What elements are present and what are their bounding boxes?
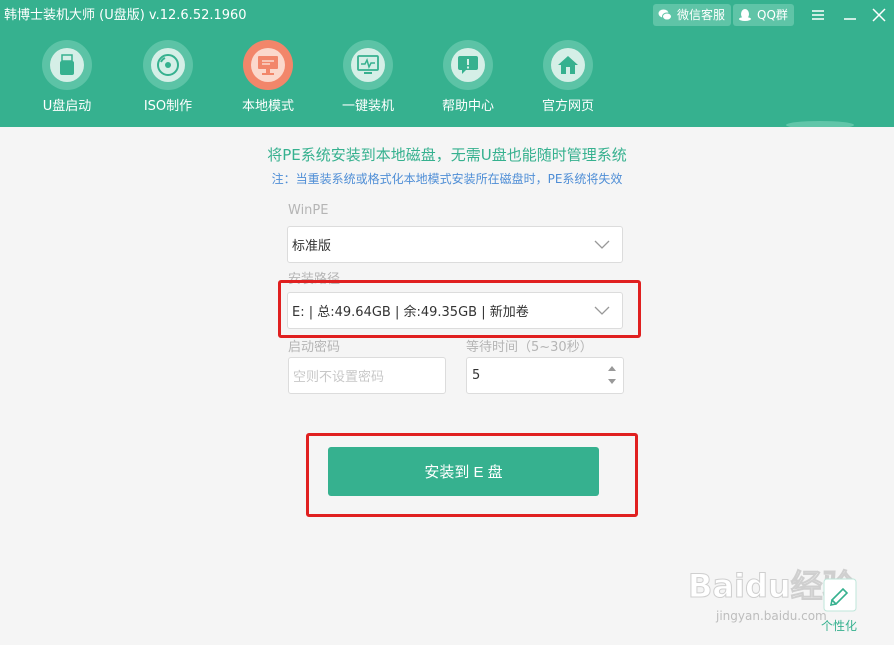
nav-help-center-label: 帮助中心	[441, 99, 494, 114]
qq-icon	[739, 9, 751, 21]
page-note: 注：当重装系统或格式化本地模式安装所在磁盘时，PE系统将失效	[271, 172, 623, 186]
chevron-down-icon	[594, 240, 610, 249]
nav-one-click-install-label: 一键装机	[341, 99, 394, 114]
path-highlight-frame	[278, 280, 641, 338]
nav-official-site-label: 官方网页	[541, 99, 594, 114]
app-header: 韩博士装机大师 (U盘版) v.12.6.52.1960 微信客服 QQ群 U盘…	[0, 0, 894, 127]
pulse-monitor-icon	[357, 55, 379, 74]
wait-time-label: 等待时间（5~30秒）	[466, 340, 593, 355]
nav-help-center[interactable]: 帮助中心	[428, 40, 508, 120]
boot-password-label: 启动密码	[288, 340, 341, 355]
nav-iso-make-label: ISO制作	[143, 99, 193, 114]
app-title: 韩博士装机大师 (U盘版) v.12.6.52.1960	[4, 8, 247, 23]
nav-usb-boot[interactable]: U盘启动	[27, 40, 107, 120]
header-glow-decoration	[786, 121, 854, 127]
home-icon	[558, 56, 578, 74]
boot-password-placeholder: 空则不设置密码	[293, 370, 385, 385]
personalize-label[interactable]: 个性化	[821, 617, 857, 634]
watermark-url: jingyan.baidu.com	[715, 609, 827, 623]
nav-one-click-install[interactable]: 一键装机	[328, 40, 408, 120]
monitor-icon	[258, 56, 278, 75]
qq-group-button[interactable]: QQ群	[733, 4, 794, 26]
personalize-icon[interactable]	[823, 578, 857, 612]
winpe-label: WinPE	[288, 203, 329, 218]
nav-official-site[interactable]: 官方网页	[528, 40, 608, 120]
disc-icon	[157, 54, 179, 76]
nav-local-mode[interactable]: 本地模式	[228, 40, 308, 120]
qq-group-label: QQ群	[757, 8, 788, 22]
page-headline: 将PE系统安装到本地磁盘，无需U盘也能随时管理系统	[267, 146, 627, 164]
boot-password-input[interactable]: 空则不设置密码	[288, 357, 446, 394]
usb-drive-icon	[60, 54, 74, 75]
wait-time-value: 5	[472, 368, 481, 383]
wechat-icon	[658, 9, 672, 21]
nav-iso-make[interactable]: ISO制作	[128, 40, 208, 120]
wait-time-stepper[interactable]: 5	[466, 357, 624, 394]
nav-local-mode-label: 本地模式	[241, 99, 294, 114]
nav-usb-boot-label: U盘启动	[42, 99, 92, 114]
minimize-icon[interactable]	[838, 4, 862, 26]
wechat-support-button[interactable]: 微信客服	[653, 4, 732, 26]
close-icon[interactable]	[867, 4, 891, 26]
help-bubble-icon	[458, 56, 478, 74]
install-to-disk-button[interactable]: 安装到 E 盘	[328, 447, 599, 496]
winpe-version-select[interactable]: 标准版	[287, 226, 623, 263]
stepper-arrows-icon[interactable]	[607, 364, 617, 386]
menu-icon[interactable]	[806, 4, 830, 26]
winpe-version-value: 标准版	[292, 239, 332, 254]
wechat-support-label: 微信客服	[677, 8, 726, 22]
